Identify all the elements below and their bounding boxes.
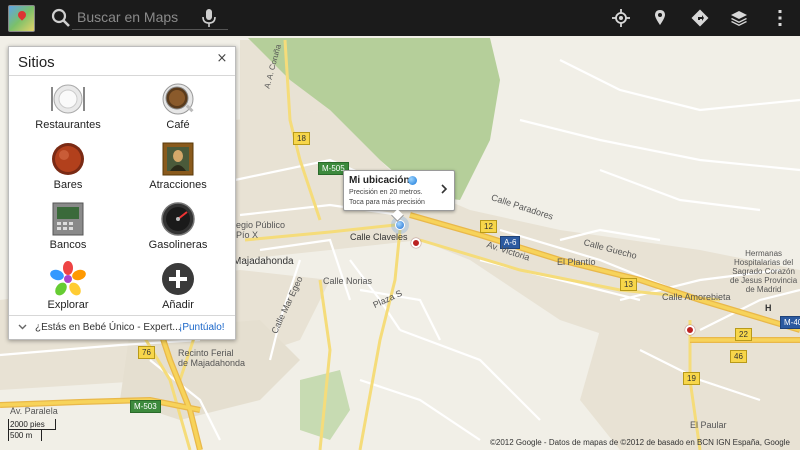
- my-location-icon[interactable]: [611, 8, 631, 28]
- chevron-right-icon[interactable]: [440, 184, 448, 194]
- atm-icon: [52, 202, 84, 236]
- street-label-av-paralela: Av. Paralela: [10, 406, 58, 416]
- place-pin-icon[interactable]: [650, 8, 670, 28]
- search-input[interactable]: Buscar en Maps: [77, 9, 178, 25]
- place-label-el-paular: El Paular: [690, 420, 727, 430]
- panel-divider: [9, 75, 235, 76]
- check-in-prompt[interactable]: ¿Estás en Bebé Único - Expert... ¡Puntúa…: [9, 319, 235, 339]
- directions-icon[interactable]: [690, 8, 710, 28]
- app-maps-icon[interactable]: [8, 5, 35, 32]
- map-copyright: ©2012 Google - Datos de mapas de ©2012 d…: [490, 438, 790, 447]
- road-shield-12: 12: [480, 220, 497, 233]
- category-label: Bancos: [49, 239, 87, 251]
- rate-link[interactable]: ¡Puntúalo!: [179, 322, 225, 333]
- coffee-cup-icon: [162, 83, 194, 115]
- street-label-norias: Calle Norias: [323, 276, 373, 286]
- poi-marker[interactable]: [411, 238, 421, 248]
- panel-divider: [9, 315, 235, 316]
- place-label-colegio-publico: egio Público Pío X: [236, 220, 286, 240]
- search-underline: [72, 29, 228, 30]
- category-bancos[interactable]: Bancos: [13, 199, 123, 257]
- place-label-el-plantio: El Plantío: [557, 257, 596, 267]
- top-action-bar: Buscar en Maps: [0, 0, 800, 36]
- category-label: Bares: [53, 179, 83, 191]
- search-icon[interactable]: [50, 7, 72, 29]
- flower-icon: [50, 261, 86, 296]
- road-shield-46: 46: [730, 350, 747, 363]
- hospital-marker: H: [765, 303, 772, 313]
- location-dot-icon: [408, 176, 417, 185]
- mic-icon[interactable]: [200, 7, 218, 29]
- category-atracciones[interactable]: Atracciones: [123, 139, 233, 197]
- scale-label-feet: 2000 pies: [10, 420, 45, 429]
- road-shield-m40: M-40: [780, 316, 800, 329]
- category-restaurantes[interactable]: Restaurantes: [13, 79, 123, 137]
- overflow-menu-icon[interactable]: [770, 8, 790, 28]
- plate-icon: [51, 84, 85, 114]
- place-label-hermanas-hospitalarias: Hermanas Hospitalarias del Sagrado Coraz…: [730, 249, 798, 294]
- category-label: Gasolineras: [148, 239, 208, 251]
- road-shield-76: 76: [138, 346, 155, 359]
- category-gasolineras[interactable]: Gasolineras: [123, 199, 233, 257]
- layers-icon[interactable]: [729, 8, 749, 28]
- place-label-majadahonda: Majadahonda: [233, 256, 294, 267]
- panel-title: Sitios: [18, 54, 55, 71]
- category-explorar[interactable]: Explorar: [13, 259, 123, 317]
- category-label: Explorar: [47, 299, 89, 311]
- scale-label-meters: 500 m: [10, 431, 33, 440]
- callout-hint: Toca para más precisión: [349, 199, 425, 206]
- plus-icon: [162, 263, 194, 295]
- check-in-question: ¿Estás en Bebé Único - Expert...: [35, 322, 181, 333]
- places-panel: Sitios × Restaurantes Café Bares Atracci…: [8, 46, 236, 340]
- street-label-claveles: Calle Claveles: [350, 232, 408, 242]
- bottle-cap-icon: [52, 143, 84, 175]
- map-scale: 2000 pies 500 m: [8, 419, 64, 443]
- category-label: Atracciones: [149, 179, 207, 191]
- road-shield-m503: M-503: [130, 400, 161, 413]
- road-shield-13: 13: [620, 278, 637, 291]
- close-icon[interactable]: ×: [216, 52, 228, 65]
- category-bares[interactable]: Bares: [13, 139, 123, 197]
- fuel-gauge-icon: [161, 202, 195, 236]
- category-label: Café: [166, 119, 190, 131]
- street-label-amorebieta: Calle Amorebieta: [662, 292, 731, 302]
- place-label-recinto-ferial: Recinto Ferial de Majadahonda: [178, 348, 246, 368]
- category-anadir[interactable]: Añadir: [123, 259, 233, 317]
- callout-accuracy: Precisión en 20 metros.: [349, 189, 423, 196]
- my-location-callout[interactable]: Mi ubicación Precisión en 20 metros. Toc…: [343, 170, 455, 211]
- chevron-down-icon[interactable]: [18, 322, 27, 331]
- category-cafe[interactable]: Café: [123, 79, 233, 137]
- road-shield-22: 22: [735, 328, 752, 341]
- poi-marker[interactable]: [685, 325, 695, 335]
- painting-icon: [162, 142, 194, 176]
- category-label: Añadir: [162, 299, 194, 311]
- road-shield-19: 19: [683, 372, 700, 385]
- category-label: Restaurantes: [35, 119, 101, 131]
- callout-title: Mi ubicación: [349, 175, 410, 186]
- road-shield-18: 18: [293, 132, 310, 145]
